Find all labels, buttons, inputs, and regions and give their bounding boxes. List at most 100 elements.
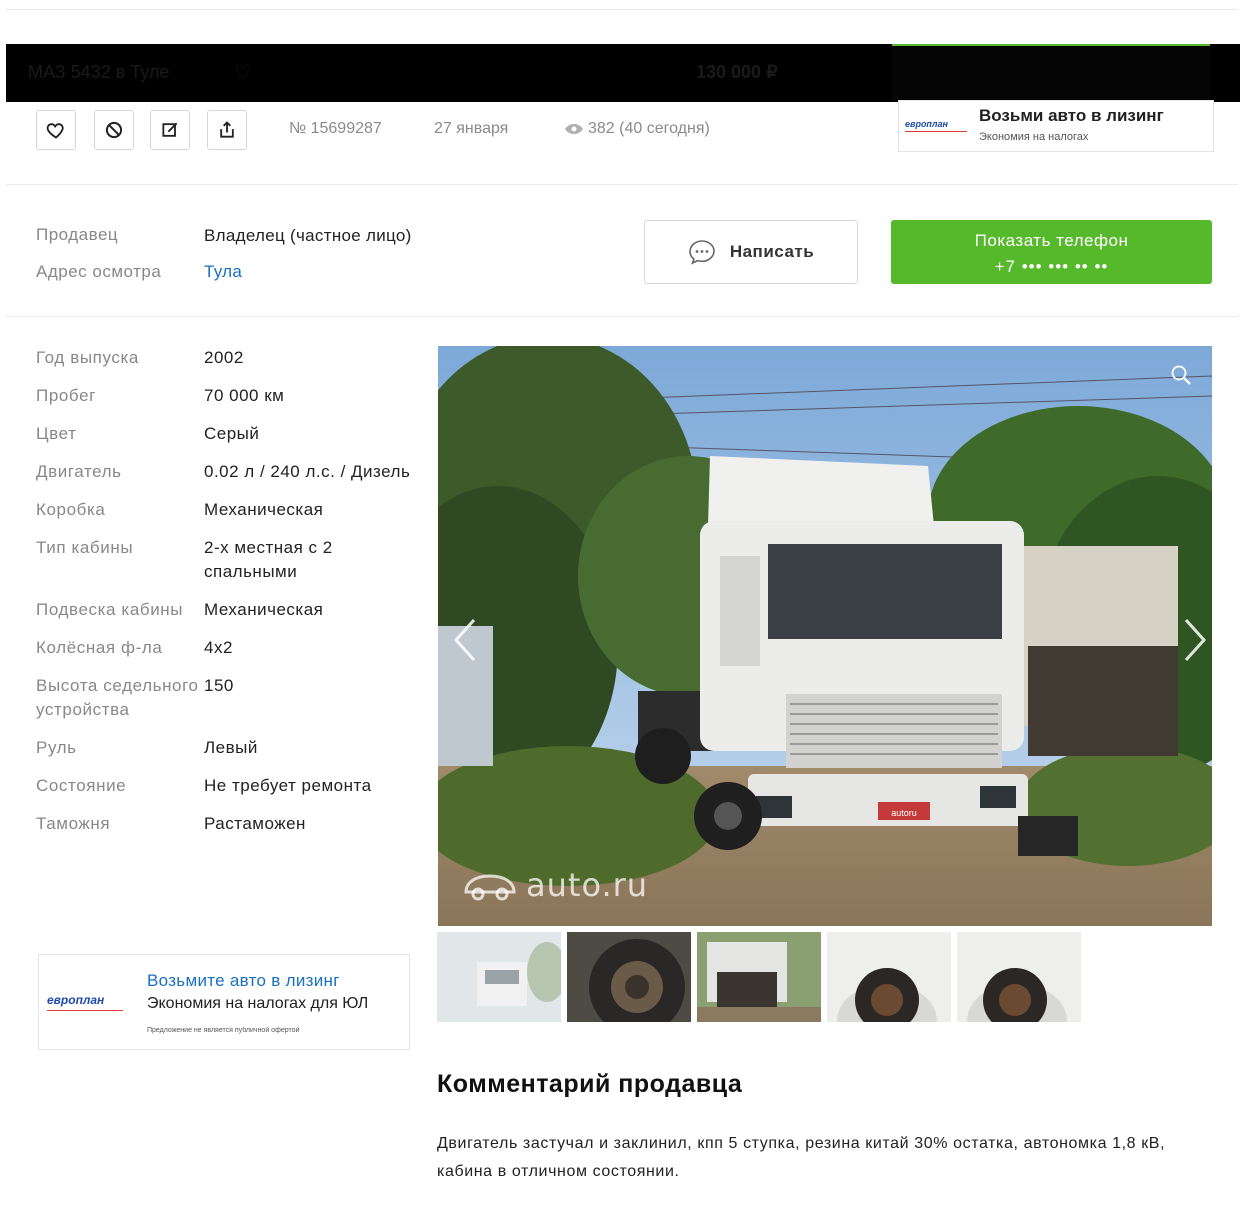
spec-label: Тип кабины bbox=[36, 538, 134, 557]
spec-label: Состояние bbox=[36, 776, 127, 795]
comment-text: Двигатель застучал и заклинил, кпп 5 сту… bbox=[437, 1135, 1166, 1180]
spec-row: Двигатель 0.02 л / 240 л.с. / Дизель bbox=[36, 460, 416, 484]
spec-row: Высота седельного устройства 150 bbox=[36, 674, 416, 722]
spec-value: Растаможен bbox=[204, 814, 306, 833]
thumbnail[interactable] bbox=[697, 932, 821, 1022]
spec-value: Механическая bbox=[204, 600, 324, 619]
spec-row: Пробег 70 000 км bbox=[36, 384, 416, 408]
prev-photo-chevron-left-icon[interactable] bbox=[452, 618, 478, 662]
lease-top-title: Возьми авто в лизинг bbox=[979, 106, 1164, 125]
spec-value: 2-х местная с 2 спальными bbox=[204, 538, 333, 581]
share-button[interactable] bbox=[207, 110, 247, 150]
watermark: auto.ru bbox=[462, 866, 648, 904]
europlan-logo: европлан bbox=[905, 119, 948, 129]
edit-icon bbox=[162, 122, 178, 137]
spec-row: Состояние Не требует ремонта bbox=[36, 774, 416, 798]
sticky-heart-icon[interactable]: ♡ bbox=[234, 60, 252, 85]
views-text: 382 (40 сегодня) bbox=[588, 120, 710, 137]
address-link[interactable]: Тула bbox=[204, 262, 242, 282]
spec-label: Колёсная ф-ла bbox=[36, 638, 163, 657]
watermark-text: auto.ru bbox=[526, 866, 649, 904]
spec-label: Высота седельного устройства bbox=[36, 676, 199, 719]
spec-value: 2002 bbox=[204, 348, 244, 367]
spec-value: Левый bbox=[204, 738, 258, 757]
logo-underline bbox=[47, 1010, 123, 1011]
thumbnail-image bbox=[957, 932, 1081, 1022]
hide-button[interactable] bbox=[94, 110, 134, 150]
spec-label: Год выпуска bbox=[36, 348, 139, 367]
divider bbox=[6, 316, 1238, 317]
thumbnail[interactable] bbox=[957, 932, 1081, 1022]
spec-label: Подвеска кабины bbox=[36, 600, 184, 619]
share-icon bbox=[220, 121, 234, 138]
sticky-phone-button[interactable] bbox=[892, 46, 1210, 102]
truck-photo: autoru bbox=[438, 346, 1212, 926]
listing-date: 27 января bbox=[434, 120, 509, 137]
spec-label: Коробка bbox=[36, 500, 106, 519]
plate-text: autoru bbox=[891, 808, 917, 818]
thumbnail[interactable] bbox=[827, 932, 951, 1022]
thumbnail-image bbox=[697, 932, 821, 1022]
specs-table: Год выпуска 2002 Пробег 70 000 км Цвет Серы… bbox=[36, 346, 416, 850]
sticky-price: 130 000 ₽ bbox=[696, 62, 778, 82]
ban-icon bbox=[105, 121, 123, 139]
show-phone-label: Показать телефон bbox=[974, 231, 1129, 250]
spec-value: 70 000 км bbox=[204, 386, 285, 405]
heart-icon bbox=[46, 123, 64, 139]
zoom-icon[interactable] bbox=[1170, 364, 1192, 386]
spec-label: Цвет bbox=[36, 424, 77, 443]
spec-row: Год выпуска 2002 bbox=[36, 346, 416, 370]
spec-row: Цвет Серый bbox=[36, 422, 416, 446]
thumbnail[interactable] bbox=[437, 932, 561, 1022]
spec-value: 150 bbox=[204, 676, 234, 695]
spec-value: Механическая bbox=[204, 500, 324, 519]
thumbnail-image bbox=[437, 932, 561, 1022]
car-logo-icon bbox=[464, 874, 516, 901]
favorite-button[interactable] bbox=[36, 110, 76, 150]
thumbnail-image bbox=[827, 932, 951, 1022]
lease-side-subtitle: Экономия на налогах для ЮЛ bbox=[147, 995, 369, 1012]
spec-label: Таможня bbox=[36, 814, 111, 833]
masked-phone: +7 ••• ••• •• •• bbox=[994, 257, 1109, 276]
comment-title: Комментарий продавца bbox=[437, 1070, 743, 1098]
sticky-header: МАЗ 5432 в Туле ♡ 130 000 ₽ bbox=[6, 44, 1240, 102]
spec-value: 4x2 bbox=[204, 638, 233, 657]
spec-value: Серый bbox=[204, 424, 260, 443]
spec-label: Руль bbox=[36, 738, 77, 757]
write-label: Написать bbox=[729, 242, 815, 261]
lease-banner-side[interactable]: европлан Возьмите авто в лизинг Экономия… bbox=[38, 954, 410, 1050]
note-button[interactable] bbox=[150, 110, 190, 150]
show-phone-button[interactable]: Показать телефон +7 ••• ••• •• •• bbox=[891, 220, 1212, 284]
main-photo[interactable]: autoru auto.ru bbox=[438, 346, 1212, 926]
address-label: Адрес осмотра bbox=[36, 262, 162, 281]
lease-top-subtitle: Экономия на налогах bbox=[979, 131, 1089, 143]
listing-number: № 15699287 bbox=[289, 120, 382, 137]
spec-row: Руль Левый bbox=[36, 736, 416, 760]
lease-side-title: Возьмите авто в лизинг bbox=[147, 971, 340, 990]
thumbnail[interactable] bbox=[567, 932, 691, 1022]
logo-underline bbox=[905, 131, 967, 132]
next-photo-chevron-right-icon[interactable] bbox=[1182, 618, 1208, 662]
page-top-border bbox=[6, 9, 1238, 10]
eye-icon bbox=[565, 124, 583, 134]
spec-row: Подвеска кабины Механическая bbox=[36, 598, 416, 622]
spec-row: Коробка Механическая bbox=[36, 498, 416, 522]
write-button[interactable]: Написать bbox=[644, 220, 858, 284]
spec-label: Двигатель bbox=[36, 462, 122, 481]
spec-row: Таможня Растаможен bbox=[36, 812, 416, 836]
spec-value: Не требует ремонта bbox=[204, 776, 372, 795]
chat-icon bbox=[689, 240, 715, 265]
spec-value: 0.02 л / 240 л.с. / Дизель bbox=[204, 462, 411, 481]
divider bbox=[6, 184, 1238, 185]
europlan-logo: европлан bbox=[47, 993, 105, 1007]
spec-label: Пробег bbox=[36, 386, 96, 405]
lease-banner-top[interactable]: европлан Возьми авто в лизинг Экономия н… bbox=[898, 100, 1214, 152]
thumbnail-image bbox=[567, 932, 691, 1022]
views-count: 382 (40 сегодня) bbox=[564, 120, 710, 138]
sticky-title: МАЗ 5432 в Туле bbox=[28, 62, 170, 82]
spec-row: Колёсная ф-ла 4x2 bbox=[36, 636, 416, 660]
lease-side-fineprint: Предложение не является публичной оферто… bbox=[147, 1027, 300, 1034]
spec-row: Тип кабины 2-х местная с 2 спальными bbox=[36, 536, 416, 584]
seller-label: Продавец bbox=[36, 225, 119, 244]
seller-value: Владелец (частное лицо) bbox=[204, 226, 412, 245]
